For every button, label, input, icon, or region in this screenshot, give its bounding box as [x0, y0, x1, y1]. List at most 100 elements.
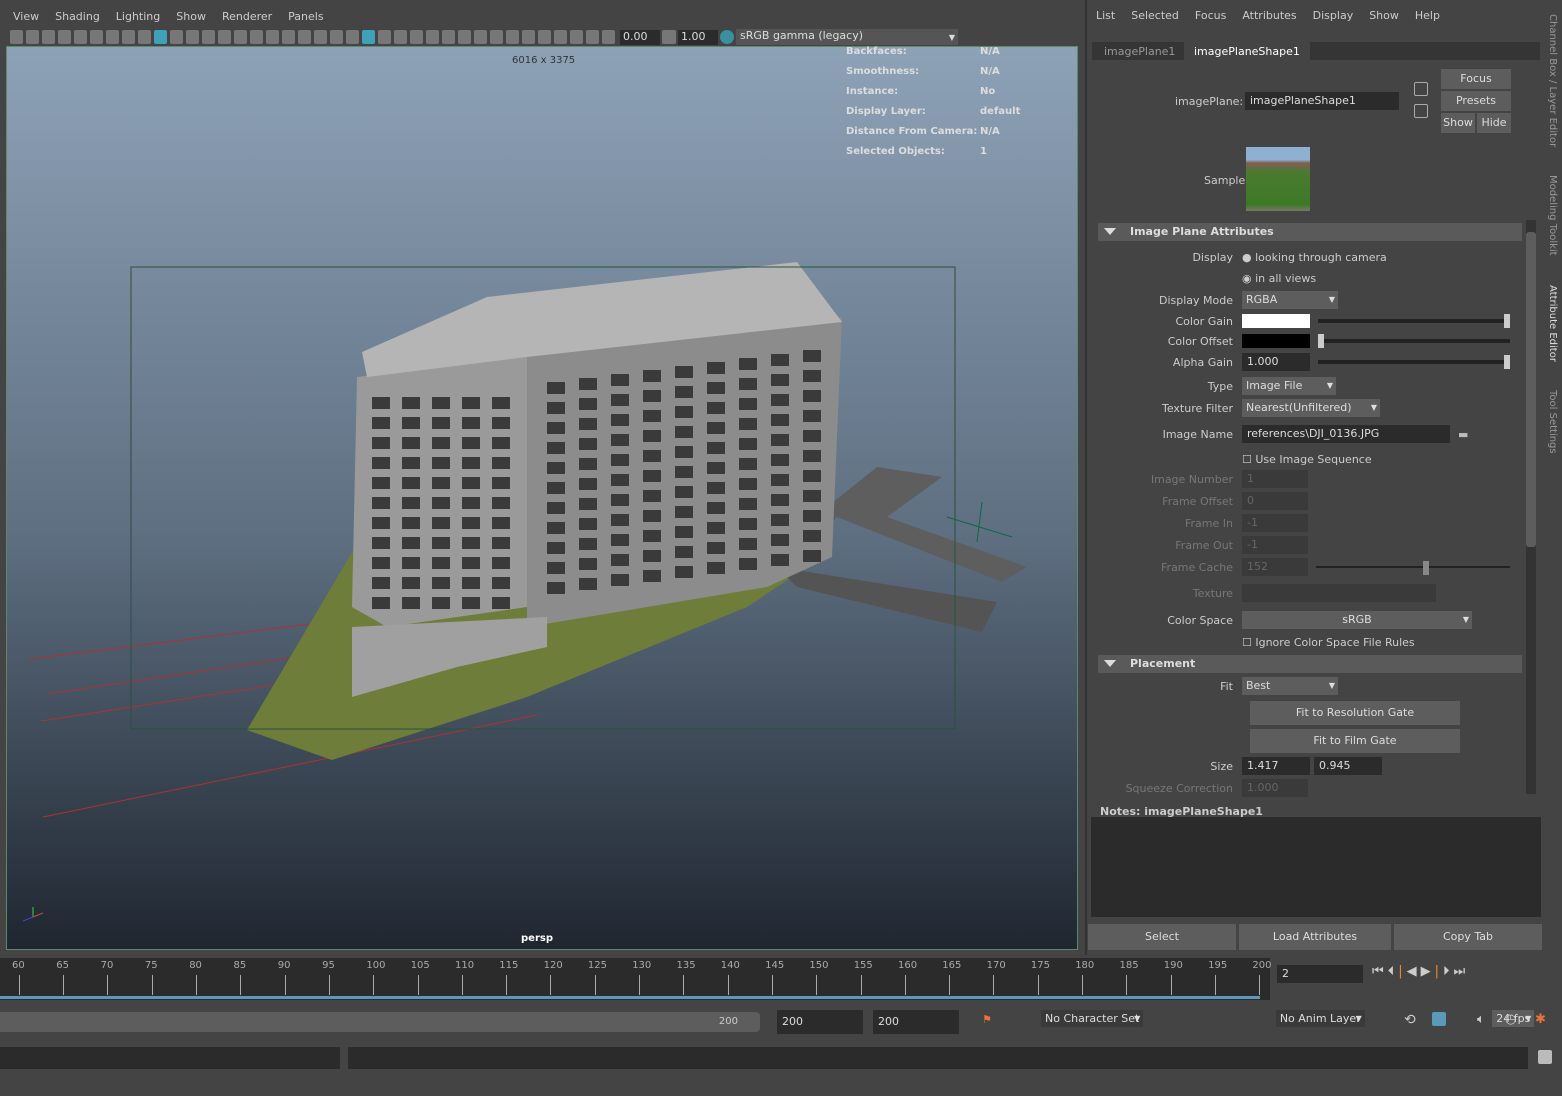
toolbar-tool-icon[interactable]	[249, 30, 263, 44]
radio-in-all-views[interactable]: ◉ in all views	[1242, 272, 1316, 285]
viewport-menu-renderer[interactable]: Renderer	[222, 10, 272, 23]
use-image-sequence-checkbox[interactable]: ☐ Use Image Sequence	[1242, 453, 1372, 466]
section-placement[interactable]: Placement	[1098, 655, 1522, 673]
toolbar-tool-icon[interactable]	[153, 30, 167, 44]
toolbar-tool-icon[interactable]	[105, 30, 119, 44]
toolbar-tool-icon[interactable]	[505, 30, 519, 44]
toolbar-tool-icon[interactable]	[553, 30, 567, 44]
toolbar-tool-icon[interactable]	[41, 30, 55, 44]
toolbar-tool-icon[interactable]	[265, 30, 279, 44]
toolbar-tool-icon[interactable]	[89, 30, 103, 44]
presets-button[interactable]: Presets	[1441, 91, 1511, 111]
side-tab-attribute-editor[interactable]: Attribute Editor	[1547, 285, 1558, 362]
color-gain-swatch[interactable]	[1242, 314, 1310, 328]
step-back-icon[interactable]: ⏴	[1388, 964, 1399, 979]
toolbar-tool-icon[interactable]	[121, 30, 135, 44]
anim-layer-dropdown[interactable]: No Anim Layer	[1275, 1010, 1365, 1027]
attr-menu-list[interactable]: List	[1096, 9, 1115, 22]
toolbar-tool-icon[interactable]	[377, 30, 391, 44]
timecode-icon[interactable]: ◷	[1505, 1012, 1516, 1027]
toolbar-tool-icon[interactable]	[345, 30, 359, 44]
range-slider[interactable]: 200	[0, 1012, 760, 1032]
toolbar-tool-icon[interactable]	[9, 30, 23, 44]
folder-icon[interactable]: ▬	[1458, 428, 1468, 441]
toolbar-tool-icon[interactable]	[169, 30, 183, 44]
size-height-field[interactable]: 0.945	[1314, 757, 1382, 775]
toolbar-tool-icon[interactable]	[25, 30, 39, 44]
viewport-menu-lighting[interactable]: Lighting	[116, 10, 160, 23]
image-name-field[interactable]: references\DJI_0136.JPG	[1242, 425, 1450, 443]
script-editor-icon[interactable]	[1538, 1050, 1552, 1064]
gamma-field[interactable]: 1.00	[678, 29, 718, 45]
type-dropdown[interactable]: Image File	[1242, 377, 1336, 395]
toolbar-tool-icon[interactable]	[297, 30, 311, 44]
command-line-input[interactable]	[348, 1047, 1528, 1069]
viewport-menu-panels[interactable]: Panels	[288, 10, 323, 23]
toolbar-tool-icon[interactable]	[537, 30, 551, 44]
color-management-icon[interactable]	[720, 30, 734, 44]
toolbar-tool-icon[interactable]	[569, 30, 583, 44]
fit-resolution-gate-button[interactable]: Fit to Resolution Gate	[1250, 701, 1460, 725]
tab-imageplaneshape1[interactable]: imagePlaneShape1	[1184, 42, 1310, 61]
node-name-field[interactable]: imagePlaneShape1	[1245, 92, 1399, 110]
show-button[interactable]: Show	[1441, 113, 1475, 133]
go-to-end-icon[interactable]: ⏭	[1453, 964, 1469, 979]
side-tab-modeling-toolkit[interactable]: Modeling Toolkit	[1547, 175, 1558, 256]
attr-menu-help[interactable]: Help	[1415, 9, 1440, 22]
toolbar-tool-icon[interactable]	[57, 30, 71, 44]
cache-playback-icon[interactable]	[1432, 1012, 1446, 1026]
toolbar-tool-icon[interactable]	[185, 30, 199, 44]
play-forward-icon[interactable]: ▶	[1421, 964, 1435, 979]
side-tab-channel-box[interactable]: Channel Box / Layer Editor	[1547, 14, 1558, 147]
toolbar-tool-icon[interactable]	[521, 30, 535, 44]
toolbar-tool-icon[interactable]	[361, 30, 375, 44]
attr-menu-show[interactable]: Show	[1369, 9, 1399, 22]
toolbar-tool-icon[interactable]	[457, 30, 471, 44]
toolbar-tool-icon[interactable]	[137, 30, 151, 44]
toolbar-tool-icon[interactable]	[393, 30, 407, 44]
toolbar-tool-icon[interactable]	[281, 30, 295, 44]
select-button[interactable]: Select	[1088, 924, 1236, 950]
attr-menu-display[interactable]: Display	[1313, 9, 1354, 22]
input-connection-icon[interactable]	[1414, 82, 1428, 96]
ignore-color-space-checkbox[interactable]: ☐ Ignore Color Space File Rules	[1242, 636, 1415, 649]
radio-looking-through-camera[interactable]: ● looking through camera	[1242, 251, 1387, 264]
toolbar-tool-icon[interactable]	[313, 30, 327, 44]
focus-button[interactable]: Focus	[1441, 69, 1511, 89]
load-attributes-button[interactable]: Load Attributes	[1239, 924, 1391, 950]
color-offset-slider[interactable]	[1318, 334, 1510, 348]
toolbar-tool-icon[interactable]	[409, 30, 423, 44]
attr-menu-selected[interactable]: Selected	[1131, 9, 1179, 22]
tab-imageplane1[interactable]: imagePlane1	[1104, 45, 1175, 58]
viewport-menu-show[interactable]: Show	[176, 10, 206, 23]
size-width-field[interactable]: 1.417	[1242, 757, 1310, 775]
character-set-dropdown[interactable]: No Character Set	[1041, 1010, 1144, 1027]
side-tab-tool-settings[interactable]: Tool Settings	[1547, 390, 1558, 454]
toolbar-tool-icon[interactable]	[473, 30, 487, 44]
toolbar-tool-icon[interactable]	[73, 30, 87, 44]
copy-tab-button[interactable]: Copy Tab	[1394, 924, 1542, 950]
attr-menu-attributes[interactable]: Attributes	[1242, 9, 1296, 22]
color-space-dropdown[interactable]: sRGB	[1242, 611, 1472, 629]
loop-icon[interactable]: ⟲	[1404, 1012, 1416, 1028]
prev-key-icon[interactable]: |	[1398, 964, 1406, 979]
color-gain-slider[interactable]	[1318, 314, 1510, 328]
viewport-persp[interactable]: 6016 x 3375 persp	[6, 46, 1078, 950]
toolbar-tool-icon[interactable]	[489, 30, 503, 44]
toolbar-tool-icon[interactable]	[329, 30, 343, 44]
sound-icon[interactable]: 🔈︎	[1477, 1012, 1485, 1027]
color-offset-swatch[interactable]	[1242, 334, 1310, 348]
toolbar-tool-icon[interactable]	[585, 30, 599, 44]
viewport-menu-shading[interactable]: Shading	[55, 10, 100, 23]
toolbar-tool-icon[interactable]	[441, 30, 455, 44]
colorspace-dropdown[interactable]: sRGB gamma (legacy)	[736, 29, 958, 45]
attr-menu-focus[interactable]: Focus	[1195, 9, 1226, 22]
preferences-runner-icon[interactable]: ✱	[1535, 1012, 1546, 1027]
play-backward-icon[interactable]: ◀	[1407, 964, 1421, 979]
alpha-gain-slider[interactable]	[1318, 355, 1510, 369]
next-key-icon[interactable]: |	[1435, 964, 1443, 979]
display-mode-dropdown[interactable]: RGBA	[1242, 291, 1338, 309]
step-forward-icon[interactable]: ⏵	[1443, 964, 1454, 979]
current-frame-field[interactable]: 2	[1277, 965, 1363, 983]
auto-key-icon[interactable]: ⚑	[982, 1013, 992, 1026]
